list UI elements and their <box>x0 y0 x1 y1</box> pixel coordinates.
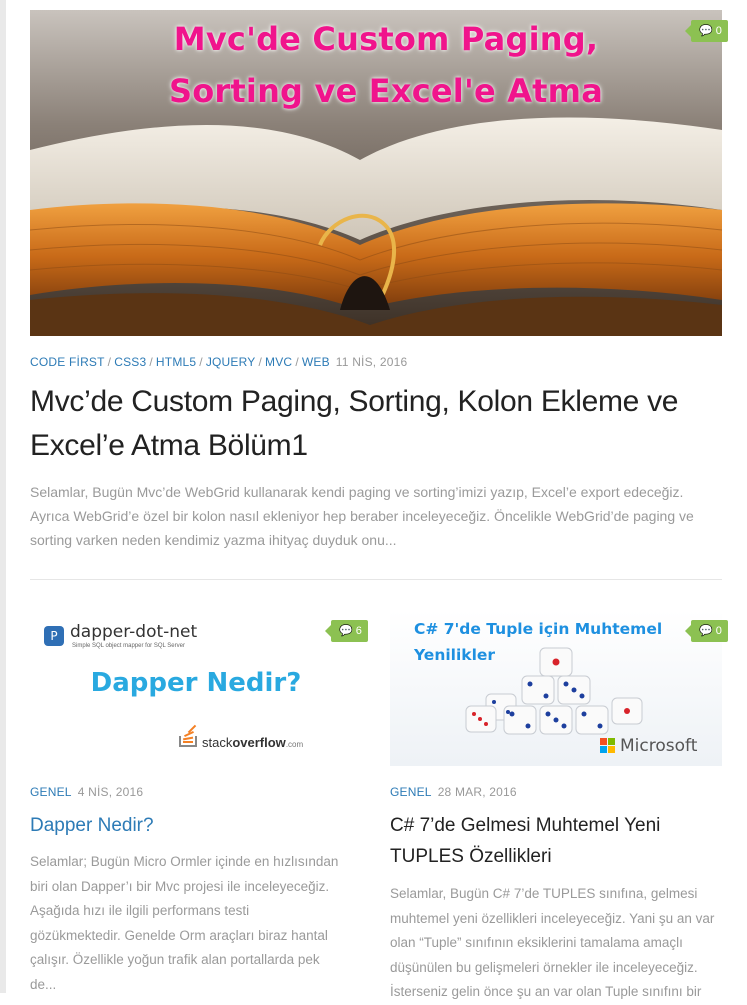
dapper-image-headline: Dapper Nedir? <box>90 668 302 698</box>
left-edge-strip <box>0 0 6 993</box>
post1-date: 4 NİS, 2016 <box>77 785 144 799</box>
microsoft-logo-icon <box>600 738 616 754</box>
post2-comment-number: 0 <box>715 625 722 637</box>
category-link-code-first[interactable]: CODE FİRST <box>30 355 105 369</box>
comment-icon: 💬 <box>339 625 353 637</box>
featured-post-date: 11 NİS, 2016 <box>335 355 408 369</box>
post1-meta: GENEL 4 NİS, 2016 <box>30 785 143 799</box>
category-link-css3[interactable]: CSS3 <box>114 355 146 369</box>
dapper-brand-subtitle: Simple SQL object mapper for SQL Server <box>72 643 185 649</box>
post-image-dapper[interactable]: P dapper-dot-net Simple SQL object mappe… <box>30 610 362 766</box>
dapper-brand-name: dapper-dot-net <box>70 622 198 642</box>
featured-post-image[interactable]: Mvc'de Custom Paging, Sorting ve Excel'e… <box>30 10 722 336</box>
category-link-mvc[interactable]: MVC <box>265 355 292 369</box>
category-link-genel[interactable]: GENEL <box>30 785 72 799</box>
tuples-image-headline-line1: C# 7'de Tuple için Muhtemel <box>414 620 663 638</box>
post2-meta: GENEL 28 MAR, 2016 <box>390 785 517 799</box>
post2-title[interactable]: C# 7’de Gelmesi Muhtemel Yeni TUPLES Öze… <box>390 810 690 872</box>
post-image-tuples[interactable]: C# 7'de Tuple için Muhtemel Yenilikler M… <box>390 610 722 766</box>
featured-post-excerpt: Selamlar, Bugün Mvc’de WebGrid kullanara… <box>30 484 694 548</box>
post1-title[interactable]: Dapper Nedir? <box>30 810 360 841</box>
stackoverflow-logo-text: stackoverflow.com <box>202 735 304 750</box>
comment-icon: 💬 <box>699 25 713 37</box>
featured-image-title-line1: Mvc'de Custom Paging, <box>173 20 599 58</box>
featured-image-title-line2: Sorting ve Excel'e Atma <box>169 72 603 110</box>
blog-page: Mvc'de Custom Paging, Sorting ve Excel'e… <box>0 0 747 999</box>
category-link-web[interactable]: WEB <box>302 355 330 369</box>
stackoverflow-logo-icon <box>178 722 200 748</box>
featured-post-title[interactable]: Mvc’de Custom Paging, Sorting, Kolon Ekl… <box>30 380 730 468</box>
featured-comment-number: 0 <box>715 25 722 37</box>
post2-date: 28 MAR, 2016 <box>437 785 517 799</box>
section-divider <box>30 579 722 580</box>
featured-post-meta: CODE FİRST / CSS3/HTML5/JQUERY / MVC / WEB 11 N… <box>30 355 408 369</box>
post2-comment-count[interactable]: 💬 0 <box>685 620 728 642</box>
post1-excerpt: Selamlar; Bugün Micro Ormler içinde en h… <box>30 854 339 992</box>
post1-comment-number: 6 <box>355 625 362 637</box>
category-link-html5[interactable]: HTML5 <box>156 355 196 369</box>
comment-icon: 💬 <box>699 625 713 637</box>
category-link-genel[interactable]: GENEL <box>390 785 432 799</box>
tuples-image-headline-line2: Yenilikler <box>414 646 496 664</box>
post2-excerpt: Selamlar, Bugün C# 7’de TUPLES sınıfına,… <box>390 886 715 999</box>
post1-comment-count[interactable]: 💬 6 <box>325 620 368 642</box>
book-illustration <box>30 10 722 336</box>
category-link-jquery[interactable]: JQUERY <box>206 355 256 369</box>
microsoft-logo-text: Microsoft <box>620 736 698 756</box>
dapper-logo-icon: P <box>44 626 64 646</box>
featured-comment-count[interactable]: 💬 0 <box>685 20 728 42</box>
